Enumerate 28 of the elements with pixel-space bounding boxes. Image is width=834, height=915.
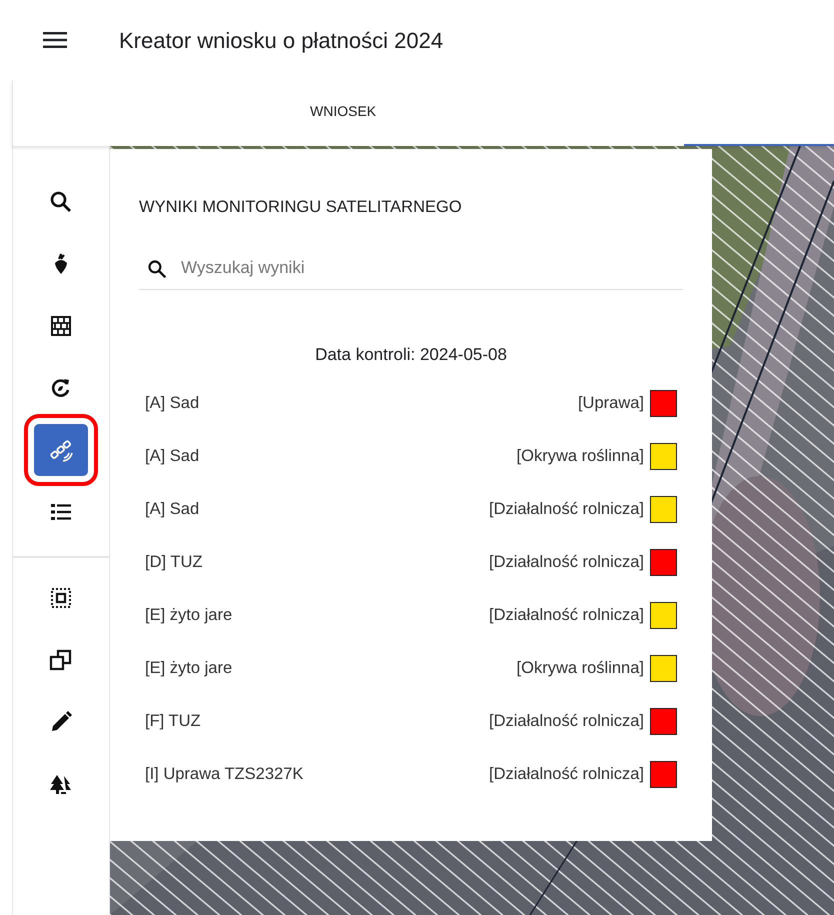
tab[interactable]: WNIOSEK	[290, 80, 396, 146]
result-category: [Działalność rolnicza]	[489, 605, 644, 626]
result-category: [Okrywa roślinna]	[516, 658, 644, 680]
panel-title: WYNIKI MONITORINGU SATELITARNEGO	[139, 197, 463, 218]
app-title: Kreator wniosku o płatności 2024	[119, 26, 444, 55]
parcel-name: [F] TUZ	[145, 711, 201, 732]
parcel-name: [A] Sad	[145, 446, 200, 468]
parcel-name: [I] Uprawa TZS2327K	[145, 764, 304, 786]
parcel-name: [A] Sad	[145, 393, 200, 414]
pencil-icon	[49, 710, 73, 734]
search-field[interactable]: Wyszukaj wyniki	[139, 248, 683, 290]
parcel-name: [E] żyto jare	[145, 605, 232, 626]
control-date: Data kontroli: 2024-05-08	[314, 344, 508, 366]
selection-icon	[49, 586, 73, 610]
result-category: [Działalność rolnicza]	[489, 499, 644, 520]
result-category: [Działalność rolnicza]	[489, 764, 644, 786]
copy-icon	[49, 648, 73, 672]
search-icon	[49, 190, 73, 214]
result-category: [Okrywa roślinna]	[516, 446, 644, 468]
parcel-name: [A] Sad	[145, 499, 200, 520]
result-category: [Uprawa]	[578, 393, 644, 414]
result-category: [Działalność rolnicza]	[489, 552, 644, 574]
parcel-name: [E] żyto jare	[145, 658, 232, 680]
parcel-name: [D] TUZ	[145, 552, 202, 574]
search-icon	[147, 258, 167, 279]
grid-icon	[49, 314, 73, 338]
menu-icon[interactable]	[43, 31, 67, 49]
result-category: [Działalność rolnicza]	[489, 711, 644, 732]
